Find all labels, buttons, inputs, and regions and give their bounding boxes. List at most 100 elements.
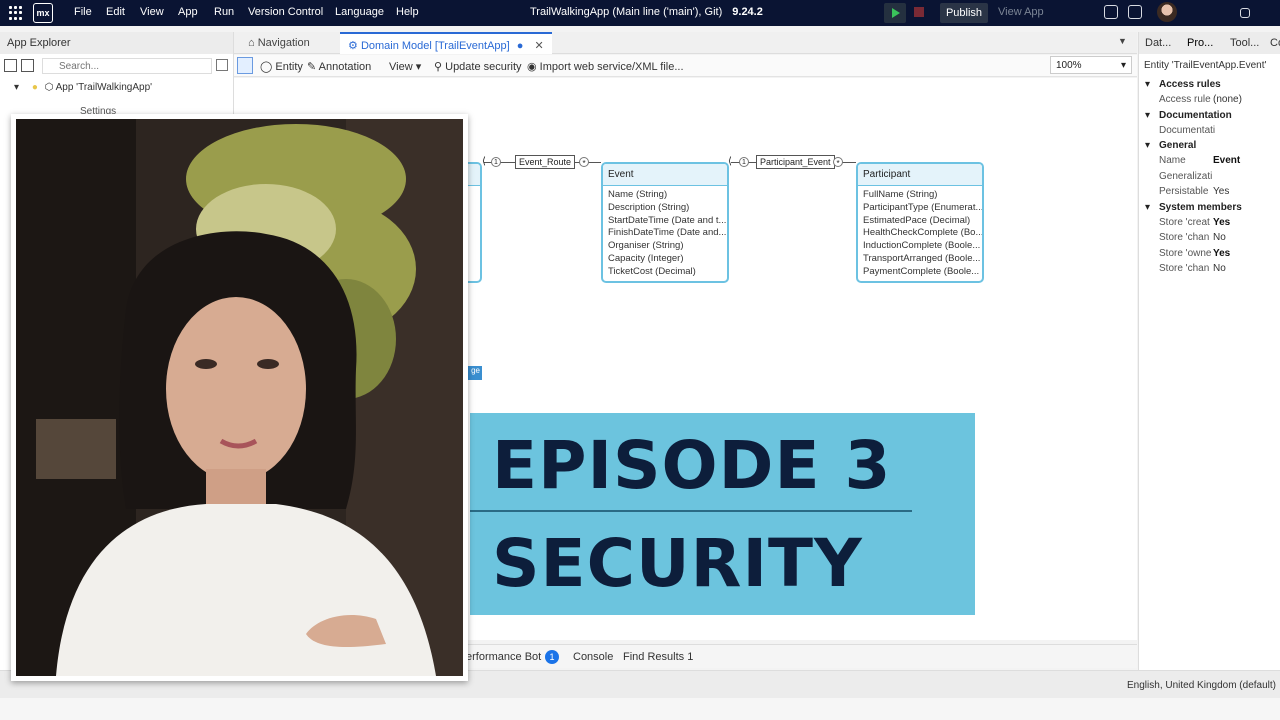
mendix-logo: mx <box>33 3 53 23</box>
prop-access-rule[interactable]: Access rule (none) <box>1139 92 1280 108</box>
entity-participant[interactable]: Participant FullName (String) Participan… <box>856 162 984 283</box>
menu-app[interactable]: App <box>178 6 198 18</box>
prop-name[interactable]: Name Event <box>1139 153 1280 169</box>
association-event-route[interactable]: Event_Route <box>515 155 576 169</box>
prop-store-owner[interactable]: Store 'owne Yes <box>1139 246 1280 262</box>
tab-performance-bot[interactable]: erformance Bot <box>466 651 541 663</box>
collapse-all-icon[interactable] <box>4 59 17 72</box>
section-access-rules[interactable]: ▾ Access rules <box>1139 77 1280 92</box>
banner-divider <box>470 510 912 512</box>
view-label: View <box>389 61 413 73</box>
attribute[interactable]: TransportArranged (Boole... <box>858 253 982 266</box>
add-annotation-button[interactable]: ✎ Annotation <box>307 60 371 73</box>
menu-language[interactable]: Language <box>335 6 384 18</box>
prop-value: Yes <box>1213 247 1231 259</box>
view-app-button[interactable]: View App <box>998 6 1044 18</box>
app-grid-icon[interactable] <box>9 6 23 20</box>
entity-participant-title: Participant <box>858 164 982 186</box>
attribute[interactable]: Description (String) <box>603 202 727 215</box>
menu-edit[interactable]: Edit <box>106 6 125 18</box>
prop-label: Name <box>1159 155 1186 166</box>
menu-view[interactable]: View <box>140 6 164 18</box>
tab-data[interactable]: Dat... <box>1145 37 1171 49</box>
chevron-down-icon: ▾ <box>1145 201 1151 213</box>
language-indicator[interactable]: English, United Kingdom (default) <box>1127 680 1276 691</box>
section-system-members[interactable]: ▾ System members <box>1139 200 1280 215</box>
tab-console[interactable]: Console <box>573 651 613 663</box>
app-explorer-header: App Explorer <box>0 32 233 54</box>
tab-domain-model[interactable]: ⚙ Domain Model [TrailEventApp] ● ✕ <box>340 32 552 54</box>
prop-value: Yes <box>1213 216 1231 228</box>
search-input[interactable] <box>42 58 212 74</box>
prop-label: Store 'creat <box>1159 216 1210 228</box>
attribute[interactable]: ParticipantType (Enumerat... <box>858 202 982 215</box>
tab-domain-model-label: Domain Model [TrailEventApp] <box>360 40 510 52</box>
filter-icon[interactable] <box>216 59 228 71</box>
attribute[interactable]: Capacity (Integer) <box>603 253 727 266</box>
tab-overflow-icon[interactable]: ▼ <box>1118 36 1127 46</box>
prop-store-changed[interactable]: Store 'chan No <box>1139 230 1280 246</box>
prop-value: No <box>1213 263 1226 274</box>
tab-toolbox[interactable]: Tool... <box>1230 37 1259 49</box>
tab-connector[interactable]: Co <box>1270 37 1280 49</box>
run-button[interactable] <box>884 3 906 23</box>
menu-run[interactable]: Run <box>214 6 234 18</box>
window-title: TrailWalkingApp (Main line ('main'), Git… <box>530 6 763 18</box>
top-bar: mx File Edit View App Run Version Contro… <box>0 0 1280 26</box>
attribute[interactable]: HealthCheckComplete (Bo... <box>858 227 982 240</box>
restore-window-icon[interactable] <box>1240 8 1250 18</box>
attribute[interactable]: PaymentComplete (Boole... <box>858 266 982 279</box>
add-entity-button[interactable]: ◯ Entity <box>260 60 303 73</box>
attribute[interactable]: TicketCost (Decimal) <box>603 266 727 279</box>
tab-properties[interactable]: Pro... <box>1187 37 1213 49</box>
entity-event[interactable]: Event Name (String) Description (String)… <box>601 162 729 283</box>
prop-documentation[interactable]: Documentati <box>1139 123 1280 139</box>
select-pointer-icon[interactable] <box>237 57 253 74</box>
attribute[interactable]: Organiser (String) <box>603 240 727 253</box>
import-web-service-button[interactable]: ◉ Import web service/XML file... <box>527 60 684 73</box>
cart-icon[interactable] <box>1128 5 1142 19</box>
menu-help[interactable]: Help <box>396 6 419 18</box>
menu-version-control[interactable]: Version Control <box>248 6 323 18</box>
section-general[interactable]: ▾ General <box>1139 138 1280 153</box>
tree-app-label: App 'TrailWalkingApp' <box>55 82 153 93</box>
tab-find-results[interactable]: Find Results 1 <box>623 651 693 663</box>
view-dropdown[interactable]: View ▾ <box>389 60 421 73</box>
expand-all-icon[interactable] <box>21 59 34 72</box>
close-tab-icon[interactable]: ✕ <box>535 40 544 52</box>
prop-label: Generalizati <box>1159 170 1213 182</box>
update-security-button[interactable]: ⚲ Update security <box>434 60 522 73</box>
section-label: Access rules <box>1159 79 1221 90</box>
tab-navigation-label: Navigation <box>257 37 310 49</box>
attribute[interactable]: Name (String) <box>603 189 727 202</box>
episode-subtitle: SECURITY <box>492 525 863 602</box>
chat-icon[interactable] <box>1104 5 1118 19</box>
association-participant-event[interactable]: Participant_Event <box>756 155 835 169</box>
prop-persistable[interactable]: Persistable Yes <box>1139 184 1280 200</box>
stop-button[interactable] <box>914 7 924 17</box>
unsaved-dot-icon: ● <box>516 40 524 52</box>
tab-navigation[interactable]: ⌂ Navigation <box>240 32 318 54</box>
chevron-down-icon[interactable]: ▾ <box>14 82 19 93</box>
prop-label: Persistable <box>1159 186 1209 197</box>
attribute[interactable]: StartDateTime (Date and t... <box>603 215 727 228</box>
prop-label: Documentati <box>1159 124 1216 136</box>
section-documentation[interactable]: ▾ Documentation <box>1139 108 1280 123</box>
attribute[interactable]: FullName (String) <box>858 189 982 202</box>
right-panel-tabs: Dat... Pro... Tool... Co <box>1139 32 1280 54</box>
annotation-icon: ✎ <box>307 61 317 73</box>
user-avatar[interactable] <box>1157 2 1177 22</box>
prop-store-created[interactable]: Store 'creat Yes <box>1139 215 1280 231</box>
menu-file[interactable]: File <box>74 6 92 18</box>
attribute[interactable]: FinishDateTime (Date and... <box>603 227 727 240</box>
zoom-select[interactable]: 100% ▾ <box>1050 56 1132 74</box>
publish-button[interactable]: Publish <box>940 3 988 23</box>
chevron-down-icon: ▾ <box>1120 60 1126 71</box>
attribute[interactable]: InductionComplete (Boole... <box>858 240 982 253</box>
prop-store-changed-by[interactable]: Store 'chan No <box>1139 261 1280 277</box>
attribute[interactable]: EstimatedPace (Decimal) <box>858 215 982 228</box>
key-icon: ⚲ <box>434 61 443 73</box>
tree-item-app[interactable]: ▾ ● ⬡ App 'TrailWalkingApp' <box>14 82 152 93</box>
globe-icon: ◉ <box>527 61 537 73</box>
prop-generalization[interactable]: Generalizati <box>1139 169 1280 185</box>
